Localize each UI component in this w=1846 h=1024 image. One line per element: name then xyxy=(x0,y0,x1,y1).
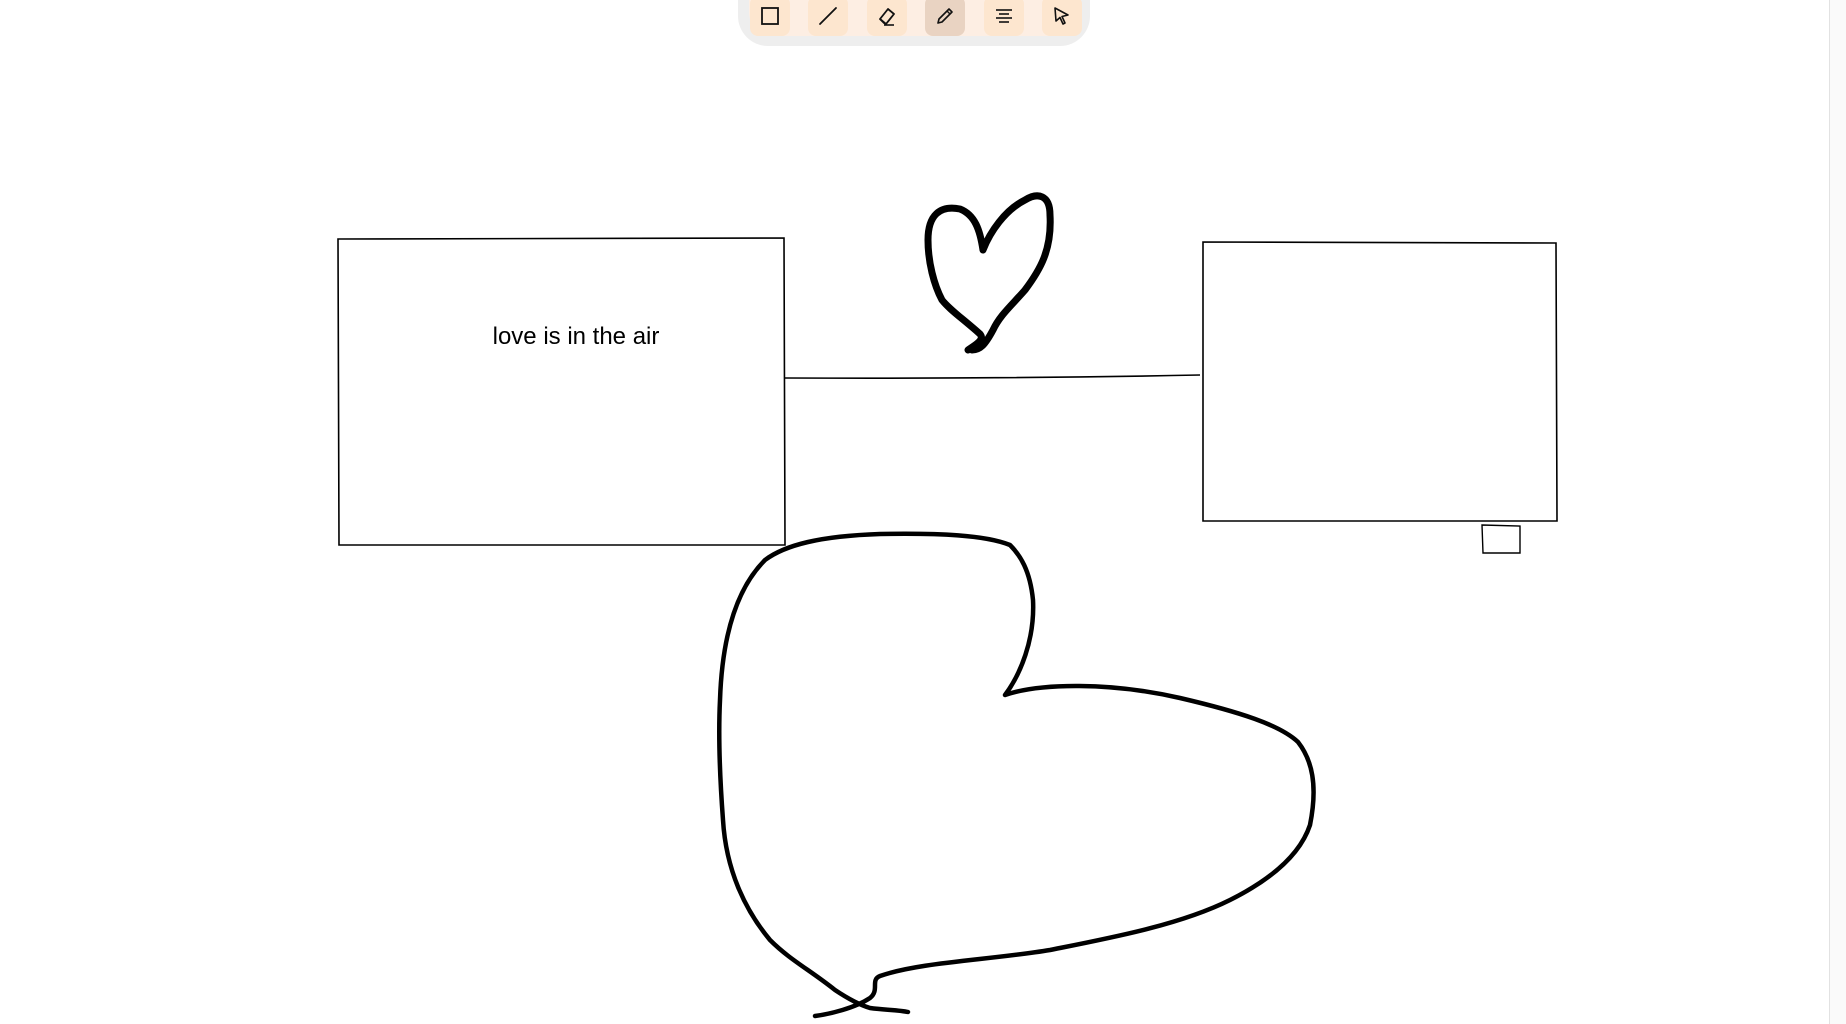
toolbar-panel xyxy=(749,0,1082,36)
small-rectangle[interactable] xyxy=(1481,524,1521,554)
select-tool-button[interactable] xyxy=(1042,0,1082,36)
whiteboard-page: love is in the air xyxy=(0,0,1846,1024)
large-heart-drawing[interactable] xyxy=(716,531,1316,1019)
left-rectangle[interactable] xyxy=(337,237,786,546)
pencil-tool-button[interactable] xyxy=(925,0,965,36)
right-rectangle[interactable] xyxy=(1202,241,1558,522)
canvas-text-label[interactable]: love is in the air xyxy=(338,323,814,351)
connector-line[interactable] xyxy=(784,374,1201,379)
eraser-tool-button[interactable] xyxy=(867,0,907,36)
cursor-pointer-icon xyxy=(1054,7,1069,25)
text-tool-button[interactable] xyxy=(984,0,1024,36)
drawing-canvas[interactable] xyxy=(0,0,1846,1024)
pencil-icon xyxy=(937,8,953,24)
text-align-center-icon xyxy=(996,9,1012,23)
drawing-toolbar xyxy=(738,0,1090,46)
eraser-icon xyxy=(879,8,895,26)
line-icon xyxy=(819,7,837,25)
vertical-scrollbar[interactable] xyxy=(1829,0,1846,1024)
rectangle-tool-button[interactable] xyxy=(750,0,790,36)
line-tool-button[interactable] xyxy=(808,0,848,36)
small-heart-drawing[interactable] xyxy=(924,192,1054,354)
square-icon xyxy=(761,7,779,25)
